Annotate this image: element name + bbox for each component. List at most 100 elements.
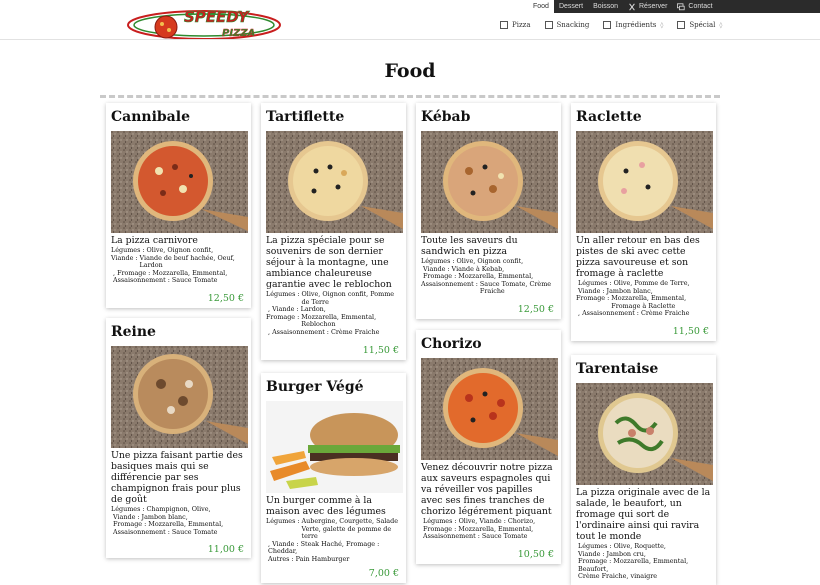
ingredient-row: Légumes : Olive, Oignon confit, Pomme de… [266,290,401,306]
ingredient-row: Autres : Pain Hamburger [266,554,401,564]
nav-reserver[interactable]: Réserver [623,0,672,13]
product-price: 12,50 € [207,292,244,304]
ingredient-key: Légumes : [266,517,300,525]
pizza-image [576,383,713,485]
title-divider [100,95,720,98]
nav-food-label: Food [533,3,549,10]
ingredient-value: Autres : Pain Hamburger [268,554,350,563]
filter-snacking-label: Snacking [556,21,590,29]
page-title: Food [384,60,436,82]
nav-boisson-label: Boisson [593,3,618,10]
ingredient-key: Fromage : [266,312,300,321]
ingredient-value: Crème Fraiche, vinaigre [578,572,658,581]
product-description: La pizza spéciale pour se souvenirs de s… [266,235,392,290]
ingredient-value: Viande de beuf hachée, Oeuf, Lardon [139,253,235,270]
product-description: Un burger comme à la maison avec des lég… [266,495,386,517]
ingredient-value: Mozzarella, Emmental, Reblochon [301,312,377,329]
top-nav-menu: Food Dessert Boisson Réserver Contact [528,0,718,13]
pizza-image [421,358,558,460]
product-ingredients: Légumes : Olive, Oignon confit, Pomme de… [266,290,401,337]
chat-icon [677,2,686,10]
product-card-tarentaise[interactable]: Tarentaise La pizza originale avec de la… [571,355,716,585]
pizza-image [266,131,403,233]
ingredient-row: Crème Fraiche, vinaigre [576,573,711,581]
product-title: Tartiflette [266,109,345,125]
product-price: 11,50 € [362,344,399,356]
product-ingredients: Légumes : Olive, Oignon confit, Viande :… [111,246,246,285]
product-price: 11,50 € [672,325,709,337]
ingredient-row: Assaisonnement : Sauce Tomate [421,533,556,541]
filter-special-label: Spécial [689,21,716,29]
header-divider [0,39,820,40]
filter-ingredients[interactable]: Ingrédients ◊ [603,16,663,34]
product-card-raclette[interactable]: Raclette Un aller retour en bas des pist… [571,103,716,341]
product-ingredients: Légumes : Olive, Roquette, Viande : Jamb… [576,542,711,581]
pizza-image [111,346,248,448]
product-card-chorizo[interactable]: Chorizo Venez découvrir notre pizza aux … [416,330,561,564]
nav-food[interactable]: Food [528,0,554,13]
ingredient-row: , Viande : Steak Haché, Fromage : Chedda… [266,539,401,556]
ingredient-key: Fromage : [576,294,610,303]
ingredient-row: Viande : Viande de beuf hachée, Oeuf, La… [111,253,246,270]
ingredient-row: Légumes : Aubergine, Courgette, Salade V… [266,517,401,541]
burger-image [266,401,403,493]
nav-dessert-label: Dessert [558,3,584,10]
ingredient-row: Fromage : Mozzarella, Emmental, Beaufort… [576,557,711,573]
product-description: Un aller retour en bas des pistes de ski… [576,235,700,279]
filter-bar: Pizza Snacking Ingrédients ◊ Spécial ◊ [500,16,736,34]
filter-snacking[interactable]: Snacking [544,16,590,34]
product-ingredients: Légumes : Champignon, Olive, Viande : Ja… [111,505,246,537]
ingredient-value: , Assaisonnement : Crème Fraiche [268,327,380,336]
product-price: 10,50 € [517,548,554,560]
product-title: Cannibale [111,109,190,125]
product-title: Kébab [421,109,471,125]
product-card-burger-vege[interactable]: Burger Végé Un burger comme à la maison … [261,373,406,583]
ingredient-row: Fromage : Mozzarella, Emmental, Reblocho… [266,312,401,329]
ingredient-value: Olive, Oignon confit, Pomme de Terre [301,290,395,306]
ingredient-key: Assaisonnement : [421,279,478,288]
ingredient-value: Fromage : Mozzarella, Emmental, Beaufort… [578,557,689,573]
product-title: Raclette [576,109,642,125]
filter-special[interactable]: Spécial ◊ [677,16,722,34]
ingredient-row: Fromage : Mozzarella, Emmental, Fromage … [576,294,711,310]
product-description: La pizza carnivore [111,235,198,246]
filter-pizza[interactable]: Pizza [500,16,531,34]
chevron-down-icon[interactable]: ◊ [660,22,663,29]
nav-reserver-label: Réserver [639,3,668,10]
checkbox-special[interactable] [677,21,686,29]
product-ingredients: Légumes : Olive, Viande : Chorizo, Froma… [421,517,556,541]
product-card-tartiflette[interactable]: Tartiflette La pizza spéciale pour se so… [261,103,406,360]
ingredient-row: Assaisonnement : Sauce Tomate [111,277,246,285]
logo-text-speedy: SPEEDY [184,8,251,26]
filter-pizza-label: Pizza [512,21,531,29]
chevron-down-icon[interactable]: ◊ [719,22,722,29]
ingredient-value: Assaisonnement : Sauce Tomate [423,532,528,541]
ingredient-value: Sauce Tomate, Crème Fraiche [479,279,552,296]
product-title: Reine [111,324,156,340]
product-price: 11,00 € [207,544,244,556]
ingredient-row: Assaisonnement : Sauce Tomate [111,527,246,537]
nav-boisson[interactable]: Boisson [588,0,623,13]
product-card-cannibale[interactable]: Cannibale La pizza carnivore Légumes : O… [106,103,251,308]
product-price: 12,50 € [517,303,554,315]
product-price: 7,00 € [368,567,399,579]
checkbox-pizza[interactable] [500,21,508,29]
ingredient-key: Légumes : [266,290,300,298]
product-title: Tarentaise [576,361,659,377]
utensils-icon [629,3,635,10]
checkbox-ingredients[interactable] [603,21,612,29]
checkbox-snacking[interactable] [544,21,553,29]
nav-dessert[interactable]: Dessert [554,0,588,13]
product-description: Une pizza faisant partie des basiques ma… [111,450,243,505]
ingredient-value: , Viande : Steak Haché, Fromage : Chedda… [268,539,380,556]
ingredient-value: Aubergine, Courgette, Salade Verte, gale… [301,517,398,541]
product-card-reine[interactable]: Reine Une pizza faisant partie des basiq… [106,318,251,558]
product-title: Burger Végé [266,379,364,395]
pizza-image [576,131,713,233]
ingredient-value: Assaisonnement : Sauce Tomate [113,527,218,536]
ingredient-row: , Assaisonnement : Crème Fraiche [266,327,401,337]
product-card-kebab[interactable]: Kébab Toute les saveurs du sandwich en p… [416,103,561,319]
nav-contact[interactable]: Contact [672,0,717,13]
product-ingredients: Légumes : Olive, Oignon confit, Viande :… [421,257,556,296]
product-description: Venez découvrir notre pizza aux saveurs … [421,462,553,517]
